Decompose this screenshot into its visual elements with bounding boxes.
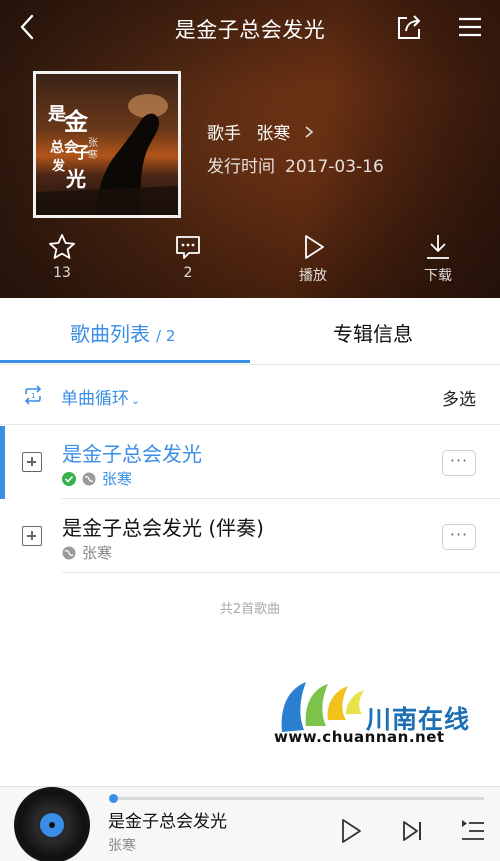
download-label: 下载 [424,268,452,284]
share-button[interactable] [394,12,424,42]
downloaded-check-icon [62,471,76,486]
hamburger-menu-icon [459,17,481,37]
divider [62,572,500,573]
comment-button[interactable]: 2 [158,232,218,281]
play-all-button[interactable]: 播放 [283,232,343,285]
progress-knob[interactable] [109,794,118,803]
star-icon [49,234,75,259]
artist-name: 张寒 [256,124,291,144]
watermark-url: www.chuannan.net [274,728,445,746]
play-icon [305,235,324,259]
svg-text:发: 发 [51,158,66,174]
download-icon [427,235,449,259]
chevron-right-icon [304,124,314,144]
now-playing-indicator [0,426,5,499]
release-date: 2017-03-16 [285,157,384,177]
song-more-button[interactable]: ··· [442,450,476,476]
favorite-button[interactable]: 13 [32,232,92,281]
tab-album-info[interactable]: 专辑信息 [333,318,413,347]
artist-link[interactable]: 歌手 张寒 [207,119,314,144]
add-to-playlist-button[interactable] [22,526,42,546]
song-count-footer: 共2首歌曲 [219,602,281,617]
globe-icon [62,546,76,559]
favorite-count: 13 [53,265,71,281]
play-mode-label: 单曲循环 [61,389,129,409]
play-label: 播放 [299,268,327,284]
tab-bar: 歌曲列表 / 2 专辑信息 [0,298,500,365]
play-mode-dropdown[interactable]: 单曲循环 ⌄ [61,384,140,409]
play-mode-button[interactable]: 1 [22,385,44,409]
player-next-button[interactable] [400,819,424,847]
album-header: 是金子总会发光 是 金 总会 子 发 光 张寒 歌手 张寒 发行时间 2017-… [0,0,500,298]
tab-song-list[interactable]: 歌曲列表 / 2 [70,318,175,347]
comment-icon [176,236,200,259]
tab-song-count: / 2 [156,327,176,345]
mini-player[interactable]: 是金子总会发光 张寒 [0,786,500,861]
cover-artist: 张寒 [88,138,98,161]
divider [62,498,500,499]
svg-text:金: 金 [63,107,89,136]
song-title: 是金子总会发光 (伴奏) [62,516,264,540]
album-actions: 13 2 播放 下载 [0,232,500,288]
player-play-button[interactable] [338,817,364,849]
repeat-one-icon: 1 [24,385,42,405]
song-meta: 张寒 [62,468,132,489]
playlist-toolbar: 1 单曲循环 ⌄ 多选 [0,366,500,425]
song-title: 是金子总会发光 [62,442,202,466]
globe-icon [82,472,96,485]
multi-select-button[interactable]: 多选 [442,385,476,410]
progress-bar[interactable] [109,794,484,803]
download-button[interactable]: 下载 [408,232,468,285]
svg-text:1: 1 [31,392,35,400]
tab-indicator [0,360,250,363]
skip-next-icon [403,821,421,841]
playlist-queue-icon [462,820,484,840]
vinyl-disc-icon[interactable] [14,787,90,861]
player-queue-button[interactable] [460,819,486,847]
release-info: 发行时间 2017-03-16 [207,152,384,177]
disc-hole [49,822,55,828]
artist-label: 歌手 [207,124,241,144]
release-label: 发行时间 [207,157,275,177]
play-icon [342,819,361,843]
menu-button[interactable] [456,14,484,40]
player-song-title: 是金子总会发光 [108,812,227,832]
svg-text:光: 光 [65,167,86,191]
player-artist: 张寒 [108,838,136,854]
song-row[interactable]: 是金子总会发光 (伴奏) 张寒 ··· [0,500,500,573]
chevron-down-icon: ⌄ [131,394,141,407]
song-more-button[interactable]: ··· [442,524,476,550]
add-to-playlist-button[interactable] [22,452,42,472]
page-title: 是金子总会发光 [174,18,326,42]
song-meta: 张寒 [62,542,112,563]
song-artist: 张寒 [102,470,133,488]
tab-song-list-label: 歌曲列表 [70,322,150,346]
share-icon [398,15,421,39]
song-artist: 张寒 [82,544,113,562]
comment-count: 2 [183,265,193,281]
watermark: 川南在线 www.chuannan.net [270,676,492,750]
watermark-logo [281,682,364,732]
album-cover[interactable]: 是 金 总会 子 发 光 张寒 [33,71,181,218]
song-row[interactable]: 是金子总会发光 张寒 ··· [0,426,500,499]
